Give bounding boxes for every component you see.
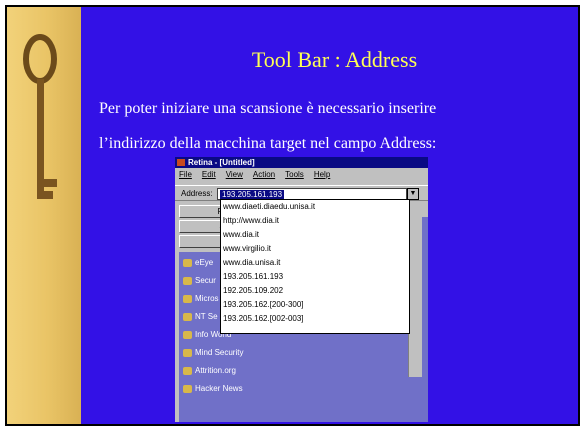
tree-item-label: eEye [195, 258, 214, 267]
tree-item[interactable]: Mind Security [183, 348, 243, 357]
tree-item[interactable]: Micros [183, 294, 219, 303]
dropdown-option[interactable]: www.virgilio.it [223, 244, 271, 254]
tree-item[interactable]: eEye [183, 258, 213, 267]
tree-item[interactable]: Attrition.org [183, 366, 236, 375]
tree-item-label: Attrition.org [195, 366, 236, 375]
folder-icon [183, 348, 192, 357]
menu-bar: File Edit View Action Tools Help [175, 169, 428, 181]
address-value: 193.205.161.193 [220, 190, 285, 199]
menu-help[interactable]: Help [314, 169, 330, 181]
menu-action[interactable]: Action [253, 169, 275, 181]
address-dropdown-list: www.diaeti.diaedu.unisa.it http://www.di… [220, 199, 410, 334]
dropdown-option[interactable]: http://www.dia.it [223, 216, 279, 226]
folder-icon [183, 330, 192, 339]
address-label: Address: [181, 189, 213, 198]
menu-view[interactable]: View [226, 169, 243, 181]
key-icon [23, 34, 57, 199]
tree-item-label: Hacker News [195, 384, 243, 393]
dropdown-option[interactable]: 193.205.161.193 [223, 272, 283, 282]
folder-icon [183, 384, 192, 393]
tree-item[interactable]: Hacker News [183, 384, 243, 393]
tree-item[interactable]: NT Se [183, 312, 218, 321]
dropdown-option[interactable]: 192.205.109.202 [223, 286, 283, 296]
menu-edit[interactable]: Edit [202, 169, 216, 181]
retina-app-icon [177, 159, 185, 166]
folder-icon [183, 312, 192, 321]
chevron-down-icon: ▼ [409, 190, 417, 197]
body-text-line-1: Per poter iniziare una scansione è neces… [99, 100, 437, 117]
folder-icon [183, 366, 192, 375]
menu-file[interactable]: File [179, 169, 192, 181]
dropdown-option[interactable]: www.diaeti.diaedu.unisa.it [223, 202, 315, 212]
dropdown-option[interactable]: 193.205.162.[002-003] [223, 314, 304, 324]
window-title: Retina - [Untitled] [188, 158, 255, 167]
retina-window: Retina - [Untitled] File Edit View Actio… [175, 157, 428, 422]
folder-icon [183, 294, 192, 303]
folder-icon [183, 258, 192, 267]
dropdown-option[interactable]: www.dia.unisa.it [223, 258, 280, 268]
tree-item-label: Micros [195, 294, 219, 303]
slide-title: Tool Bar : Address [251, 47, 418, 72]
menu-tools[interactable]: Tools [285, 169, 304, 181]
body-text-line-2: l’indirizzo della macchina target nel ca… [99, 135, 437, 152]
scrollbar[interactable] [408, 217, 422, 377]
tree-item-label: NT Se [195, 312, 218, 321]
dropdown-option[interactable]: www.dia.it [223, 230, 259, 240]
folder-icon [183, 276, 192, 285]
tree-item[interactable]: Secur [183, 276, 216, 285]
window-titlebar[interactable]: Retina - [Untitled] [175, 157, 428, 168]
tree-item-label: Mind Security [195, 348, 244, 357]
tree-item-label: Secur [195, 276, 216, 285]
dropdown-option[interactable]: 193.205.162.[200-300] [223, 300, 304, 310]
